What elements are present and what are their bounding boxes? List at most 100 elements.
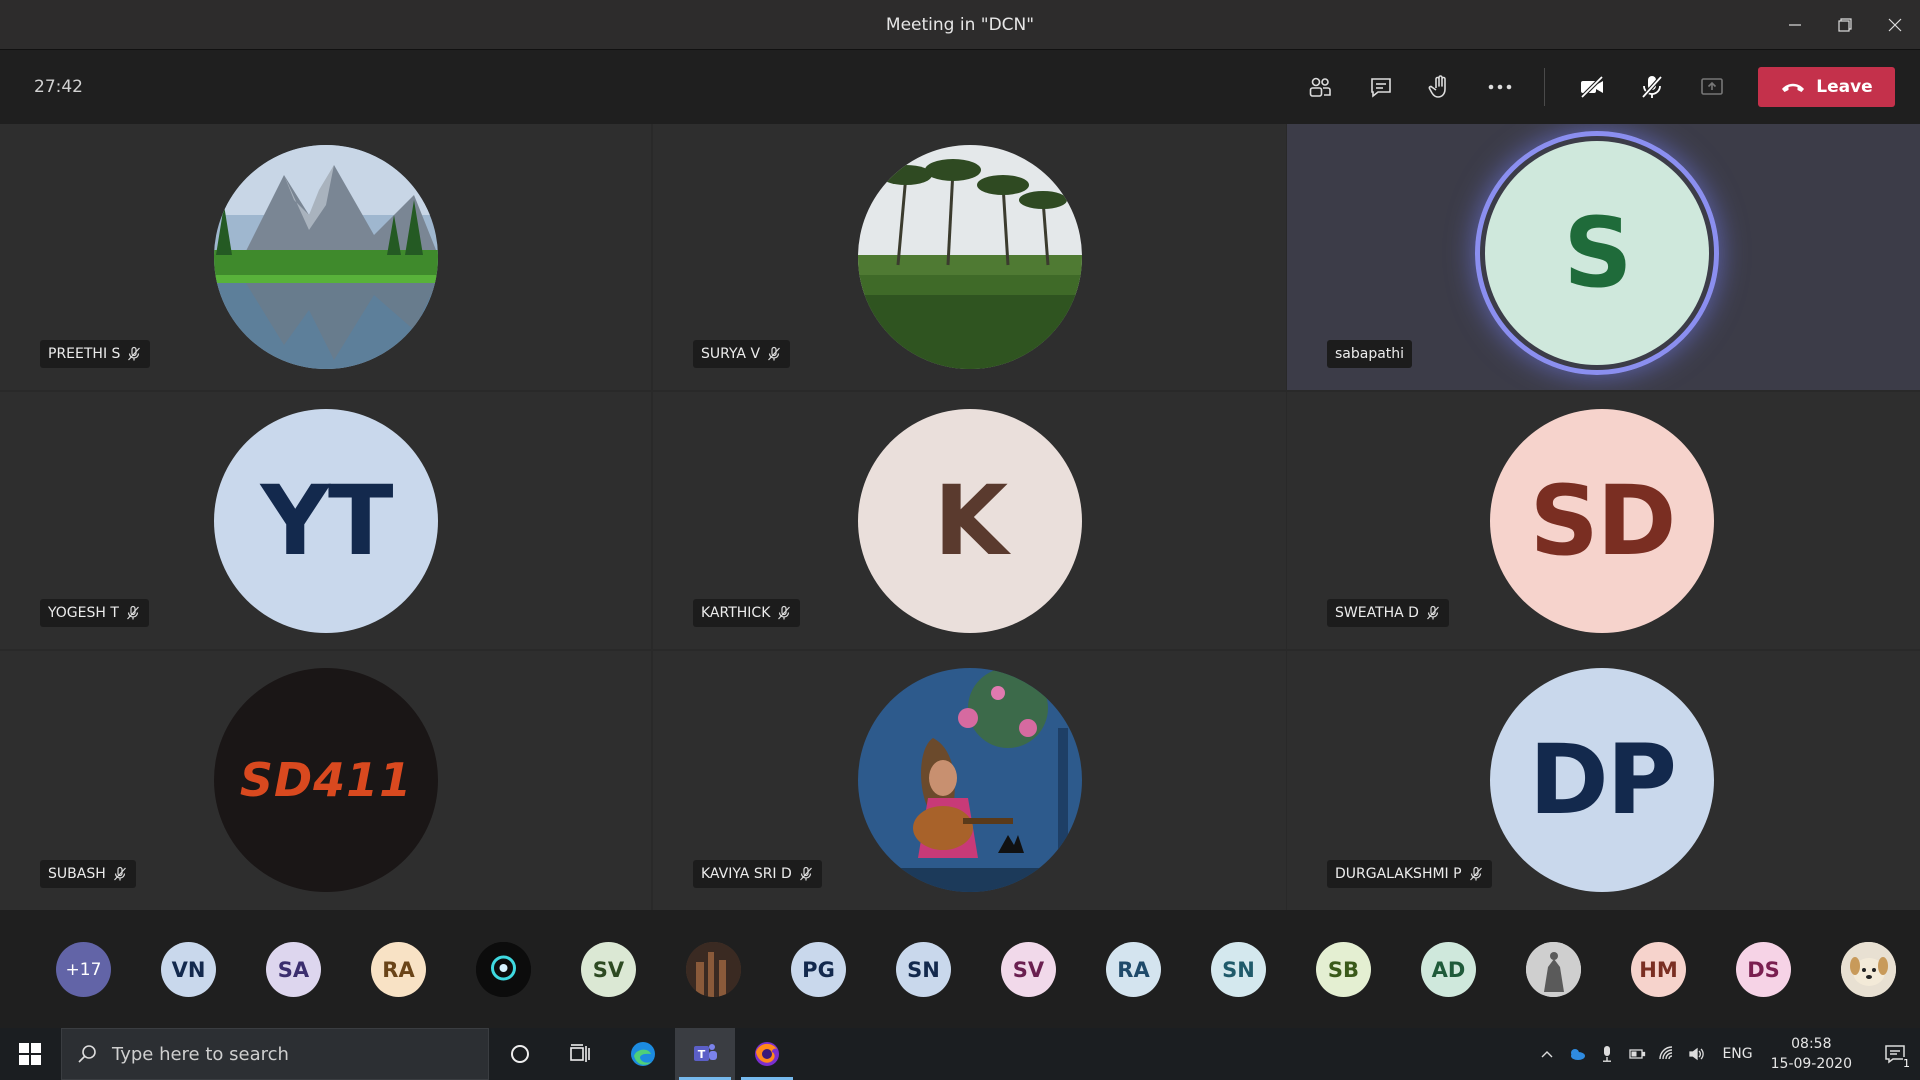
volume-tray-button[interactable] bbox=[1682, 1028, 1712, 1080]
show-hidden-icons-button[interactable] bbox=[1532, 1028, 1562, 1080]
restore-icon bbox=[1838, 17, 1852, 32]
battery-icon bbox=[1629, 1049, 1646, 1059]
meeting-toolbar: 27:42 Leave bbox=[0, 50, 1920, 124]
participant-chip[interactable]: SV bbox=[581, 942, 636, 997]
camera-toggle-button[interactable] bbox=[1570, 67, 1614, 107]
participant-chip[interactable]: RA bbox=[1106, 942, 1161, 997]
show-participants-button[interactable] bbox=[1298, 67, 1342, 107]
participant-name: KARTHICK bbox=[701, 605, 771, 621]
participant-chip[interactable]: HM bbox=[1631, 942, 1686, 997]
hang-up-icon bbox=[1782, 83, 1805, 92]
avatar-initials: YT bbox=[260, 465, 394, 577]
participant-name: YOGESH T bbox=[48, 605, 119, 621]
leave-label: Leave bbox=[1816, 77, 1873, 97]
leave-button[interactable]: Leave bbox=[1758, 67, 1895, 107]
participant-tile[interactable]: K KARTHICK bbox=[653, 392, 1286, 649]
mic-off-icon bbox=[1427, 605, 1439, 620]
mic-off-icon bbox=[768, 346, 780, 361]
participant-nameplate: DURGALAKSHMI P bbox=[1327, 860, 1492, 888]
participant-chip[interactable]: SB bbox=[1316, 942, 1371, 997]
participant-name: SURYA V bbox=[701, 346, 761, 362]
participant-nameplate: KAVIYA SRI D bbox=[693, 860, 822, 888]
start-button[interactable] bbox=[0, 1028, 60, 1080]
avatar bbox=[858, 145, 1082, 369]
participant-chip[interactable]: AD bbox=[1421, 942, 1476, 997]
share-screen-button[interactable] bbox=[1690, 67, 1734, 107]
participant-tile[interactable]: SD411 SUBASH bbox=[0, 651, 651, 910]
teams-taskbar-button[interactable]: T bbox=[675, 1028, 735, 1080]
system-tray: ENG 08:58 15-09-2020 1 bbox=[1532, 1028, 1920, 1080]
close-icon bbox=[1888, 18, 1902, 31]
network-tray-button[interactable] bbox=[1652, 1028, 1682, 1080]
participant-chip-photo[interactable] bbox=[1841, 942, 1896, 997]
taskbar-clock[interactable]: 08:58 15-09-2020 bbox=[1767, 1034, 1870, 1074]
participant-tile[interactable]: KAVIYA SRI D bbox=[653, 651, 1286, 910]
restore-button[interactable] bbox=[1820, 0, 1870, 49]
input-language[interactable]: ENG bbox=[1712, 1046, 1766, 1062]
share-screen-icon bbox=[1701, 78, 1723, 95]
participant-name: DURGALAKSHMI P bbox=[1335, 866, 1462, 882]
raise-hand-button[interactable] bbox=[1418, 67, 1462, 107]
avatar-initials: DP bbox=[1528, 724, 1677, 836]
taskbar-search[interactable]: Type here to search bbox=[61, 1028, 489, 1080]
palm-trees-photo bbox=[858, 145, 1082, 369]
minimize-icon bbox=[1789, 23, 1801, 26]
mic-off-icon bbox=[778, 605, 791, 620]
participant-tile[interactable]: SURYA V bbox=[653, 124, 1286, 390]
participant-tile[interactable]: DP DURGALAKSHMI P bbox=[1287, 651, 1920, 910]
avatar: DP bbox=[1490, 668, 1714, 892]
participant-chip[interactable]: SA bbox=[266, 942, 321, 997]
participant-nameplate: YOGESH T bbox=[40, 599, 149, 627]
avatar-logo-text: SD411 bbox=[239, 753, 413, 807]
firefox-button[interactable] bbox=[737, 1028, 797, 1080]
portrait-photo bbox=[686, 942, 741, 997]
mic-toggle-button[interactable] bbox=[1630, 67, 1674, 107]
onedrive-tray-button[interactable] bbox=[1562, 1028, 1592, 1080]
windows-logo-icon bbox=[19, 1043, 41, 1065]
participant-chip[interactable]: RA bbox=[371, 942, 426, 997]
clock-date: 15-09-2020 bbox=[1770, 1056, 1852, 1072]
avatar: SD411 bbox=[214, 668, 438, 892]
wifi-icon bbox=[1659, 1046, 1673, 1060]
show-conversation-button[interactable] bbox=[1359, 67, 1403, 107]
participant-tile[interactable]: SD SWEATHA D bbox=[1287, 392, 1920, 649]
more-icon bbox=[1488, 84, 1512, 90]
microphone-tray-button[interactable] bbox=[1592, 1028, 1622, 1080]
guitar-girl-illustration bbox=[858, 668, 1082, 892]
cortana-button[interactable] bbox=[490, 1028, 550, 1080]
close-button[interactable] bbox=[1870, 0, 1920, 49]
mountain-lake-photo bbox=[214, 145, 438, 369]
mic-off-icon bbox=[1469, 866, 1482, 881]
teams-icon: T bbox=[694, 1044, 717, 1061]
svg-text:T: T bbox=[698, 1048, 706, 1061]
edge-icon bbox=[631, 1042, 655, 1066]
avatar-initials: K bbox=[933, 465, 1008, 577]
participant-chip[interactable]: SV bbox=[1001, 942, 1056, 997]
more-participants-chip[interactable]: +17 bbox=[56, 942, 111, 997]
minimize-button[interactable] bbox=[1770, 0, 1820, 49]
participant-chip-photo[interactable] bbox=[476, 942, 531, 997]
video-grid: PREETHI S SURYA V S sabapathi YT YOGESH … bbox=[0, 124, 1920, 910]
participant-chip-photo[interactable] bbox=[1526, 942, 1581, 997]
action-center-button[interactable]: 1 bbox=[1870, 1028, 1920, 1080]
participant-chip[interactable]: SN bbox=[896, 942, 951, 997]
participant-chip[interactable]: VN bbox=[161, 942, 216, 997]
battery-tray-button[interactable] bbox=[1622, 1028, 1652, 1080]
participant-tile[interactable]: YT YOGESH T bbox=[0, 392, 651, 649]
participant-chip-photo[interactable] bbox=[686, 942, 741, 997]
participant-tile-speaking[interactable]: S sabapathi bbox=[1287, 124, 1920, 390]
raise-hand-icon bbox=[1428, 75, 1446, 98]
participant-tile[interactable]: PREETHI S bbox=[0, 124, 651, 390]
participant-nameplate: SUBASH bbox=[40, 860, 136, 888]
participant-nameplate: SWEATHA D bbox=[1327, 599, 1449, 627]
cortana-icon bbox=[511, 1045, 529, 1063]
participant-chip[interactable]: SN bbox=[1211, 942, 1266, 997]
task-view-button[interactable] bbox=[550, 1028, 610, 1080]
edge-browser-button[interactable] bbox=[613, 1028, 673, 1080]
participant-chip[interactable]: PG bbox=[791, 942, 846, 997]
avatar-initials: SD bbox=[1529, 465, 1677, 577]
participant-nameplate: sabapathi bbox=[1327, 340, 1413, 368]
participant-chip[interactable]: DS bbox=[1736, 942, 1791, 997]
more-actions-button[interactable] bbox=[1478, 67, 1522, 107]
participant-nameplate: KARTHICK bbox=[693, 599, 801, 627]
